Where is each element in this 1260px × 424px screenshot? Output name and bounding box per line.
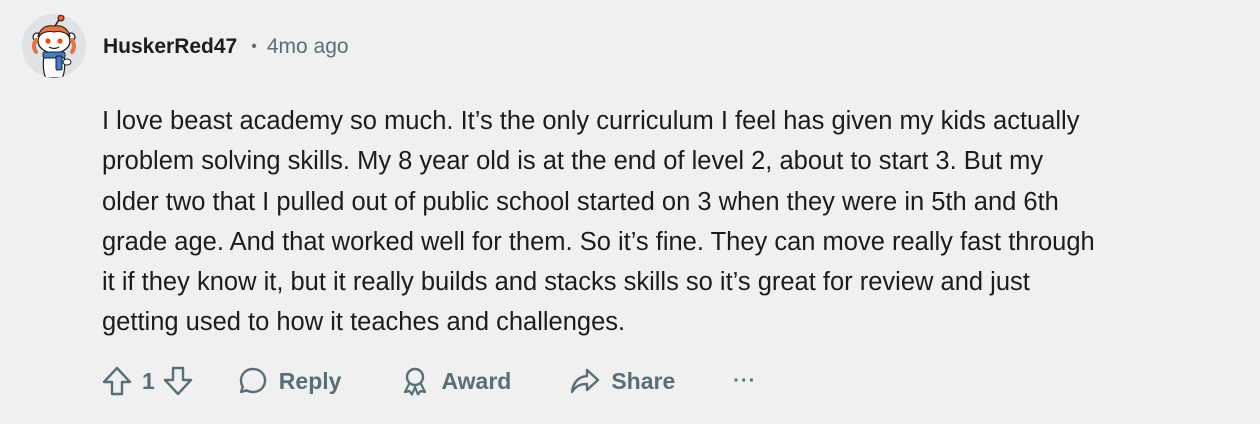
comment-bubble-icon — [239, 367, 266, 394]
comment-meta: HuskerRed47 • 4mo ago — [103, 33, 349, 61]
downvote-button[interactable] — [161, 364, 195, 398]
meta-separator: • — [251, 38, 257, 55]
upvote-arrow-icon — [102, 366, 132, 396]
award-icon — [404, 367, 427, 396]
comment-body: I love beast academy so much. It’s the o… — [102, 101, 1252, 343]
upvote-button[interactable] — [100, 364, 134, 398]
share-arrow-icon — [571, 368, 600, 394]
more-options-button[interactable]: ··· — [733, 370, 756, 393]
comment: HuskerRed47 • 4mo ago I love beast acade… — [0, 0, 1260, 424]
vote-controls: 1 — [100, 364, 195, 398]
reply-button[interactable]: Reply — [237, 365, 342, 397]
comment-line: getting used to how it teaches and chall… — [102, 308, 626, 337]
award-button[interactable]: Award — [399, 365, 511, 397]
comment-line: older two that I pulled out of public sc… — [102, 187, 1059, 216]
comment-line: I love beast academy so much. It’s the o… — [102, 107, 1080, 135]
reply-label: Reply — [278, 367, 342, 394]
downvote-arrow-icon — [163, 366, 192, 396]
comment-line: grade age. And that worked well for them… — [102, 227, 1095, 256]
comment-timestamp[interactable]: 4mo ago — [267, 35, 349, 59]
ellipsis-icon: ··· — [733, 369, 757, 392]
vote-count: 1 — [142, 367, 155, 394]
comment-line: problem solving skills. My 8 year old is… — [102, 147, 1044, 176]
comment-line: it if they know it, but it really builds… — [102, 268, 1030, 297]
comment-actions: 1 Reply Award Share ··· — [100, 360, 756, 402]
snoo-avatar-icon — [22, 14, 86, 78]
avatar[interactable] — [22, 14, 86, 78]
author-name[interactable]: HuskerRed47 — [103, 35, 237, 59]
award-label: Award — [441, 367, 512, 394]
share-button[interactable]: Share — [569, 365, 675, 397]
share-label: Share — [611, 367, 676, 394]
